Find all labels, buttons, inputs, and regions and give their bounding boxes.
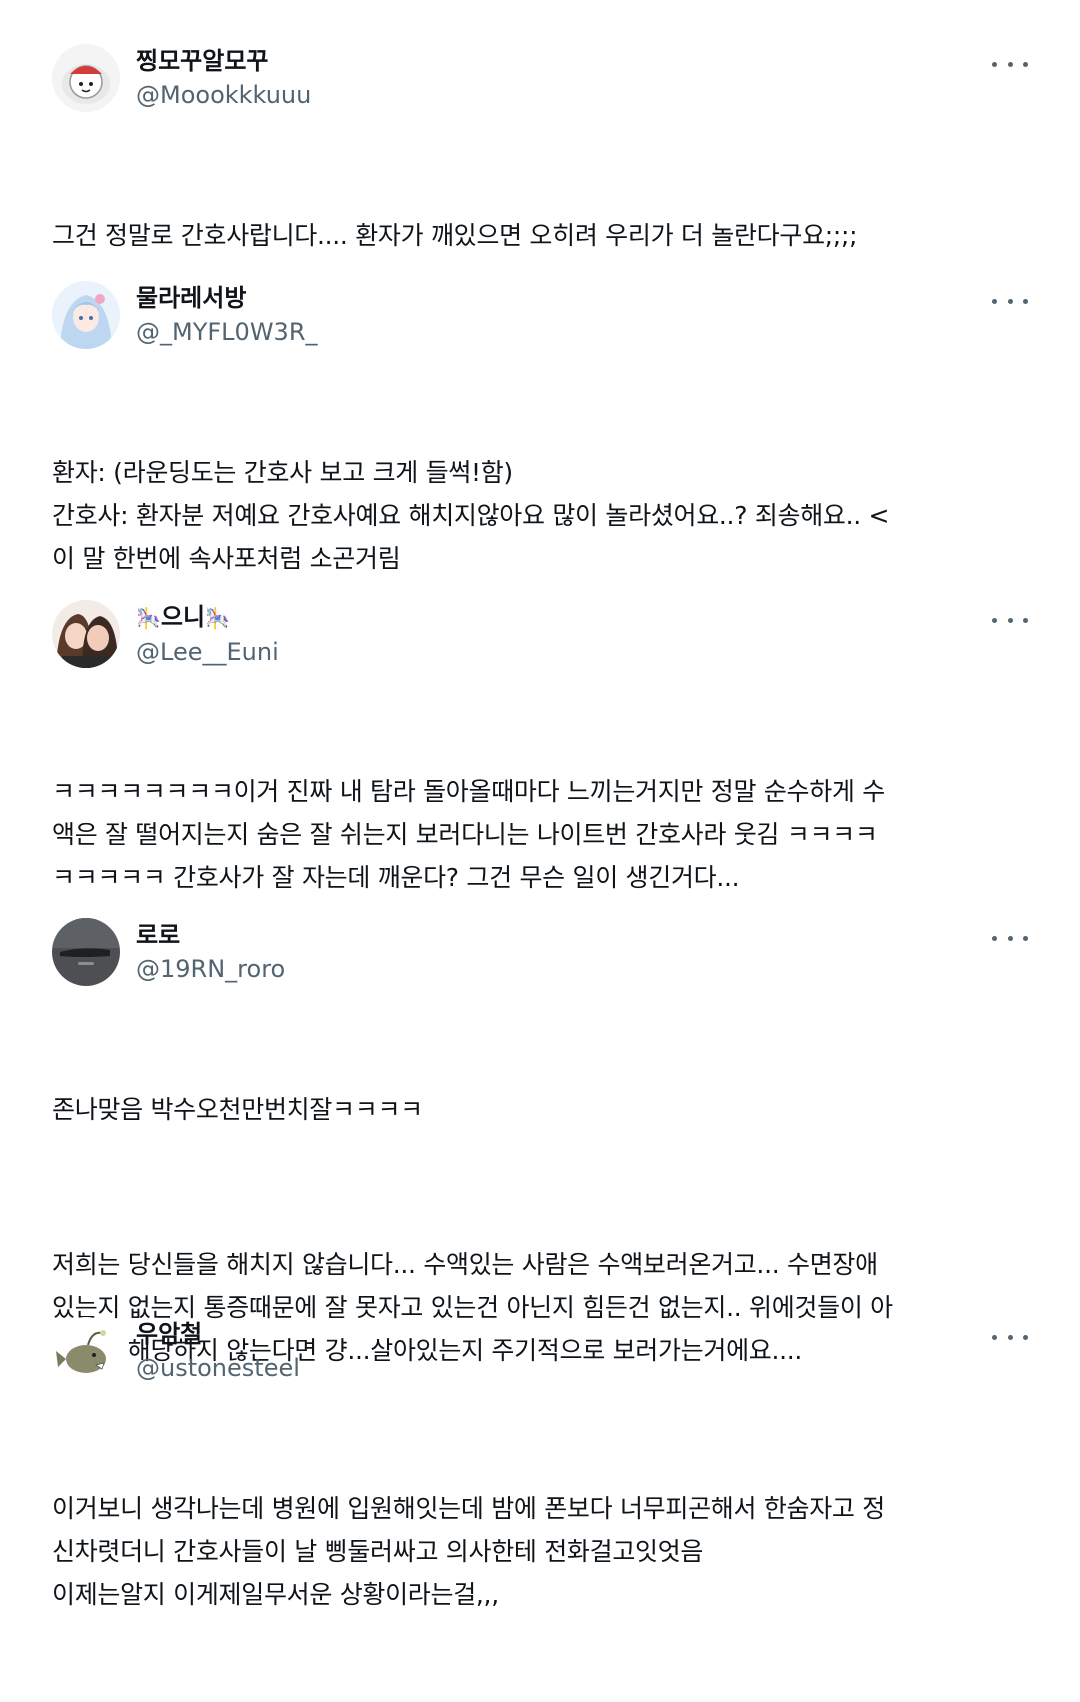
dot [1023, 935, 1028, 941]
handle[interactable]: @Lee__Euni [136, 635, 279, 669]
handle[interactable]: @Moookkkuuu [136, 78, 311, 112]
post-paragraph: 환자: (라운딩도는 간호사 보고 크게 들썩!함) 간호사: 환자분 저예요 … [52, 458, 890, 573]
handle[interactable]: @ustonesteel [136, 1351, 300, 1385]
post-paragraph: ㅋㅋㅋㅋㅋㅋㅋㅋ이거 진짜 내 탐라 돌아올때마다 느끼는거지만 정말 순수하게… [52, 777, 885, 892]
post-paragraph: 존나맞음 박수오천만번치잘ㅋㅋㅋㅋ [52, 1095, 423, 1124]
cartoon-character-avatar-icon[interactable] [52, 44, 120, 112]
dot [992, 935, 997, 941]
dot [1023, 1334, 1028, 1340]
author-block: 물라레서방 @_MYFL0W3R_ [136, 281, 318, 349]
display-name-text: 으니 [160, 603, 206, 631]
post-text: 이거보니 생각나는데 병원에 입원해잇는데 밤에 폰보다 너무피곤해서 한숨자고… [52, 1401, 1030, 1702]
more-options-icon[interactable] [990, 1325, 1030, 1349]
post: 우암철 @ustonesteel 이거보니 생각나는데 병원에 입원해잇는데 밤… [52, 1317, 1030, 1702]
carousel-emoji: 🎠 [205, 606, 230, 630]
more-options-icon[interactable] [990, 608, 1030, 632]
display-name[interactable]: 찡모꾸알모꾸 [136, 44, 311, 78]
author-block: 🎠으니🎠 @Lee__Euni [136, 600, 279, 669]
author-block: 로로 @19RN_roro [136, 918, 285, 986]
post-header: 로로 @19RN_roro [52, 918, 1030, 990]
dot [1023, 617, 1028, 623]
carousel-emoji: 🎠 [136, 606, 161, 630]
display-name[interactable]: 🎠으니🎠 [136, 600, 279, 635]
display-name[interactable]: 로로 [136, 918, 285, 952]
display-name[interactable]: 물라레서방 [136, 281, 318, 315]
post-header: 🎠으니🎠 @Lee__Euni [52, 600, 1030, 672]
anglerfish-avatar-icon[interactable] [52, 1317, 120, 1385]
dot [992, 1334, 997, 1340]
anime-girl-avatar-icon[interactable] [52, 281, 120, 349]
dot [1007, 61, 1013, 67]
handle[interactable]: @19RN_roro [136, 952, 285, 986]
dark-photo-avatar-icon[interactable] [52, 918, 120, 986]
post-paragraph: 이거보니 생각나는데 병원에 입원해잇는데 밤에 폰보다 너무피곤해서 한숨자고… [52, 1494, 885, 1609]
dot [1023, 298, 1028, 304]
dot [992, 617, 997, 623]
more-options-icon[interactable] [990, 52, 1030, 76]
post-header: 우암철 @ustonesteel [52, 1317, 1030, 1389]
dot [1007, 617, 1013, 623]
dot [1007, 298, 1013, 304]
dot [1007, 935, 1013, 941]
dot [992, 61, 997, 67]
post-header: 찡모꾸알모꾸 @Moookkkuuu [52, 44, 1030, 116]
handle[interactable]: @_MYFL0W3R_ [136, 315, 318, 349]
more-options-icon[interactable] [990, 926, 1030, 950]
post-header: 물라레서방 @_MYFL0W3R_ [52, 281, 1030, 353]
more-options-icon[interactable] [990, 289, 1030, 313]
author-block: 찡모꾸알모꾸 @Moookkkuuu [136, 44, 311, 112]
display-name[interactable]: 우암철 [136, 1317, 300, 1351]
author-block: 우암철 @ustonesteel [136, 1317, 300, 1385]
post-paragraph: 그건 정말로 간호사랍니다.... 환자가 깨있으면 오히려 우리가 더 놀란다… [52, 221, 858, 250]
dot [1007, 1334, 1013, 1340]
dot [992, 298, 997, 304]
dot [1023, 61, 1028, 67]
couple-illustration-avatar-icon[interactable] [52, 600, 120, 668]
